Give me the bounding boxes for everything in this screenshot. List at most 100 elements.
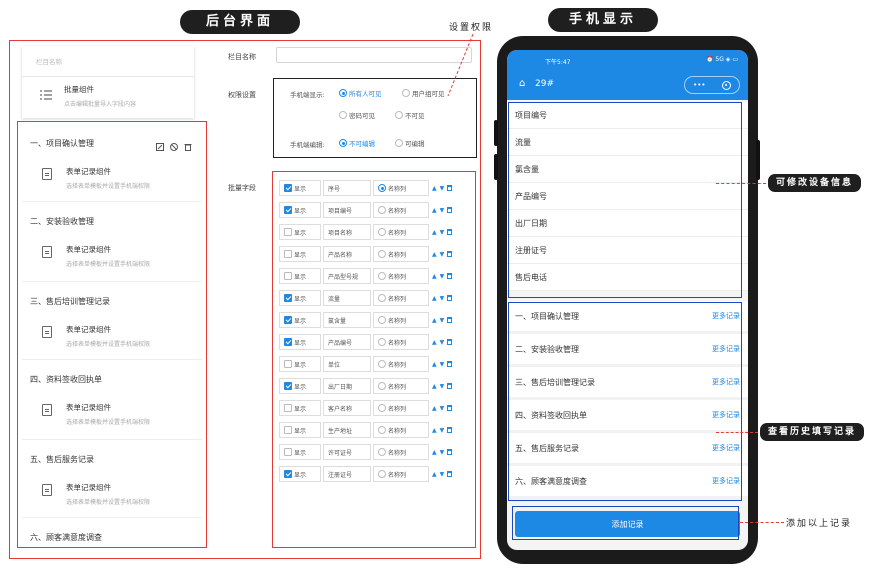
show-checkbox[interactable]: 显示	[279, 378, 321, 394]
field-name-input[interactable]: 许可证号	[323, 444, 371, 460]
field-name-input[interactable]: 产品名称	[323, 246, 371, 262]
show-checkbox[interactable]: 显示	[279, 312, 321, 328]
expand-icon[interactable]	[156, 136, 164, 155]
section-title[interactable]: 一、项目确认管理	[30, 138, 94, 149]
name-column-radio[interactable]: 名称列	[373, 312, 429, 328]
record-component-title[interactable]: 表单记录组件	[66, 244, 111, 255]
move-up-icon[interactable]: ▲	[432, 273, 437, 280]
record-component-title[interactable]: 表单记录组件	[66, 402, 111, 413]
show-checkbox[interactable]: 显示	[279, 224, 321, 240]
section-title[interactable]: 五、售后服务记录	[30, 454, 94, 465]
record-component-title[interactable]: 表单记录组件	[66, 166, 111, 177]
name-column-radio[interactable]: 名称列	[373, 202, 429, 218]
trash-icon[interactable]	[447, 207, 453, 213]
move-down-icon[interactable]: ▼	[440, 273, 445, 280]
move-up-icon[interactable]: ▲	[432, 185, 437, 192]
show-checkbox[interactable]: 显示	[279, 334, 321, 350]
section-title[interactable]: 四、资料签收回执单	[30, 374, 102, 385]
delete-icon[interactable]	[184, 136, 192, 155]
show-checkbox[interactable]: 显示	[279, 246, 321, 262]
move-up-icon[interactable]: ▲	[432, 229, 437, 236]
close-capsule-icon[interactable]	[721, 80, 731, 90]
name-column-radio[interactable]: 名称列	[373, 268, 429, 284]
display-option-group[interactable]: 用户组可见	[402, 88, 445, 98]
field-name-input[interactable]: 单位	[323, 356, 371, 372]
move-down-icon[interactable]: ▼	[440, 427, 445, 434]
field-name-input[interactable]: 产品编号	[323, 334, 371, 350]
show-checkbox[interactable]: 显示	[279, 268, 321, 284]
trash-icon[interactable]	[447, 295, 453, 301]
show-checkbox[interactable]: 显示	[279, 356, 321, 372]
trash-icon[interactable]	[447, 427, 453, 433]
move-up-icon[interactable]: ▲	[432, 361, 437, 368]
trash-icon[interactable]	[447, 339, 453, 345]
display-option-password[interactable]: 密码可见	[339, 110, 375, 120]
move-down-icon[interactable]: ▼	[440, 361, 445, 368]
move-down-icon[interactable]: ▼	[440, 383, 445, 390]
field-name-input[interactable]: 序号	[323, 180, 371, 196]
batch-component-title[interactable]: 批量组件	[64, 84, 94, 95]
move-up-icon[interactable]: ▲	[432, 295, 437, 302]
name-column-radio[interactable]: 名称列	[373, 334, 429, 350]
section-title[interactable]: 三、售后培训管理记录	[30, 296, 110, 307]
record-component-title[interactable]: 表单记录组件	[66, 324, 111, 335]
trash-icon[interactable]	[447, 273, 453, 279]
name-column-radio[interactable]: 名称列	[373, 180, 429, 196]
move-down-icon[interactable]: ▼	[440, 229, 445, 236]
display-option-all[interactable]: 所有人可见	[339, 88, 382, 98]
trash-icon[interactable]	[447, 361, 453, 367]
show-checkbox[interactable]: 显示	[279, 180, 321, 196]
more-icon[interactable]: •••	[693, 81, 705, 89]
field-name-input[interactable]: 流量	[323, 290, 371, 306]
trash-icon[interactable]	[447, 449, 453, 455]
record-component-title[interactable]: 表单记录组件	[66, 482, 111, 493]
edit-option-no[interactable]: 不可编辑	[339, 138, 375, 148]
section-title[interactable]: 六、顾客满意度调查	[30, 532, 102, 543]
field-name-input[interactable]: 注册证号	[323, 466, 371, 482]
name-column-radio[interactable]: 名称列	[373, 356, 429, 372]
move-up-icon[interactable]: ▲	[432, 251, 437, 258]
display-option-hidden[interactable]: 不可见	[395, 110, 425, 120]
move-up-icon[interactable]: ▲	[432, 405, 437, 412]
field-name-input[interactable]: 项目编号	[323, 202, 371, 218]
section-title[interactable]: 二、安装验收管理	[30, 216, 94, 227]
disable-icon[interactable]	[170, 136, 178, 155]
move-up-icon[interactable]: ▲	[432, 339, 437, 346]
move-up-icon[interactable]: ▲	[432, 471, 437, 478]
show-checkbox[interactable]: 显示	[279, 202, 321, 218]
trash-icon[interactable]	[447, 471, 453, 477]
trash-icon[interactable]	[447, 317, 453, 323]
move-up-icon[interactable]: ▲	[432, 427, 437, 434]
move-down-icon[interactable]: ▼	[440, 185, 445, 192]
name-column-radio[interactable]: 名称列	[373, 422, 429, 438]
move-up-icon[interactable]: ▲	[432, 207, 437, 214]
trash-icon[interactable]	[447, 229, 453, 235]
trash-icon[interactable]	[447, 185, 453, 191]
field-name-input[interactable]: 项目名称	[323, 224, 371, 240]
trash-icon[interactable]	[447, 383, 453, 389]
name-column-radio[interactable]: 名称列	[373, 400, 429, 416]
move-up-icon[interactable]: ▲	[432, 317, 437, 324]
move-up-icon[interactable]: ▲	[432, 383, 437, 390]
move-down-icon[interactable]: ▼	[440, 449, 445, 456]
trash-icon[interactable]	[447, 405, 453, 411]
field-name-input[interactable]: 生产地址	[323, 422, 371, 438]
show-checkbox[interactable]: 显示	[279, 400, 321, 416]
name-column-radio[interactable]: 名称列	[373, 246, 429, 262]
move-down-icon[interactable]: ▼	[440, 207, 445, 214]
trash-icon[interactable]	[447, 251, 453, 257]
name-column-radio[interactable]: 名称列	[373, 290, 429, 306]
name-column-radio[interactable]: 名称列	[373, 224, 429, 240]
field-name-input[interactable]: 产品型号规	[323, 268, 371, 284]
show-checkbox[interactable]: 显示	[279, 444, 321, 460]
move-down-icon[interactable]: ▼	[440, 251, 445, 258]
field-name-input[interactable]: 客户名称	[323, 400, 371, 416]
mini-program-capsule[interactable]: •••	[684, 76, 740, 94]
move-down-icon[interactable]: ▼	[440, 471, 445, 478]
move-down-icon[interactable]: ▼	[440, 317, 445, 324]
name-column-radio[interactable]: 名称列	[373, 378, 429, 394]
move-down-icon[interactable]: ▼	[440, 295, 445, 302]
name-column-radio[interactable]: 名称列	[373, 444, 429, 460]
edit-option-yes[interactable]: 可编辑	[395, 138, 425, 148]
home-icon[interactable]: ⌂	[519, 78, 525, 89]
